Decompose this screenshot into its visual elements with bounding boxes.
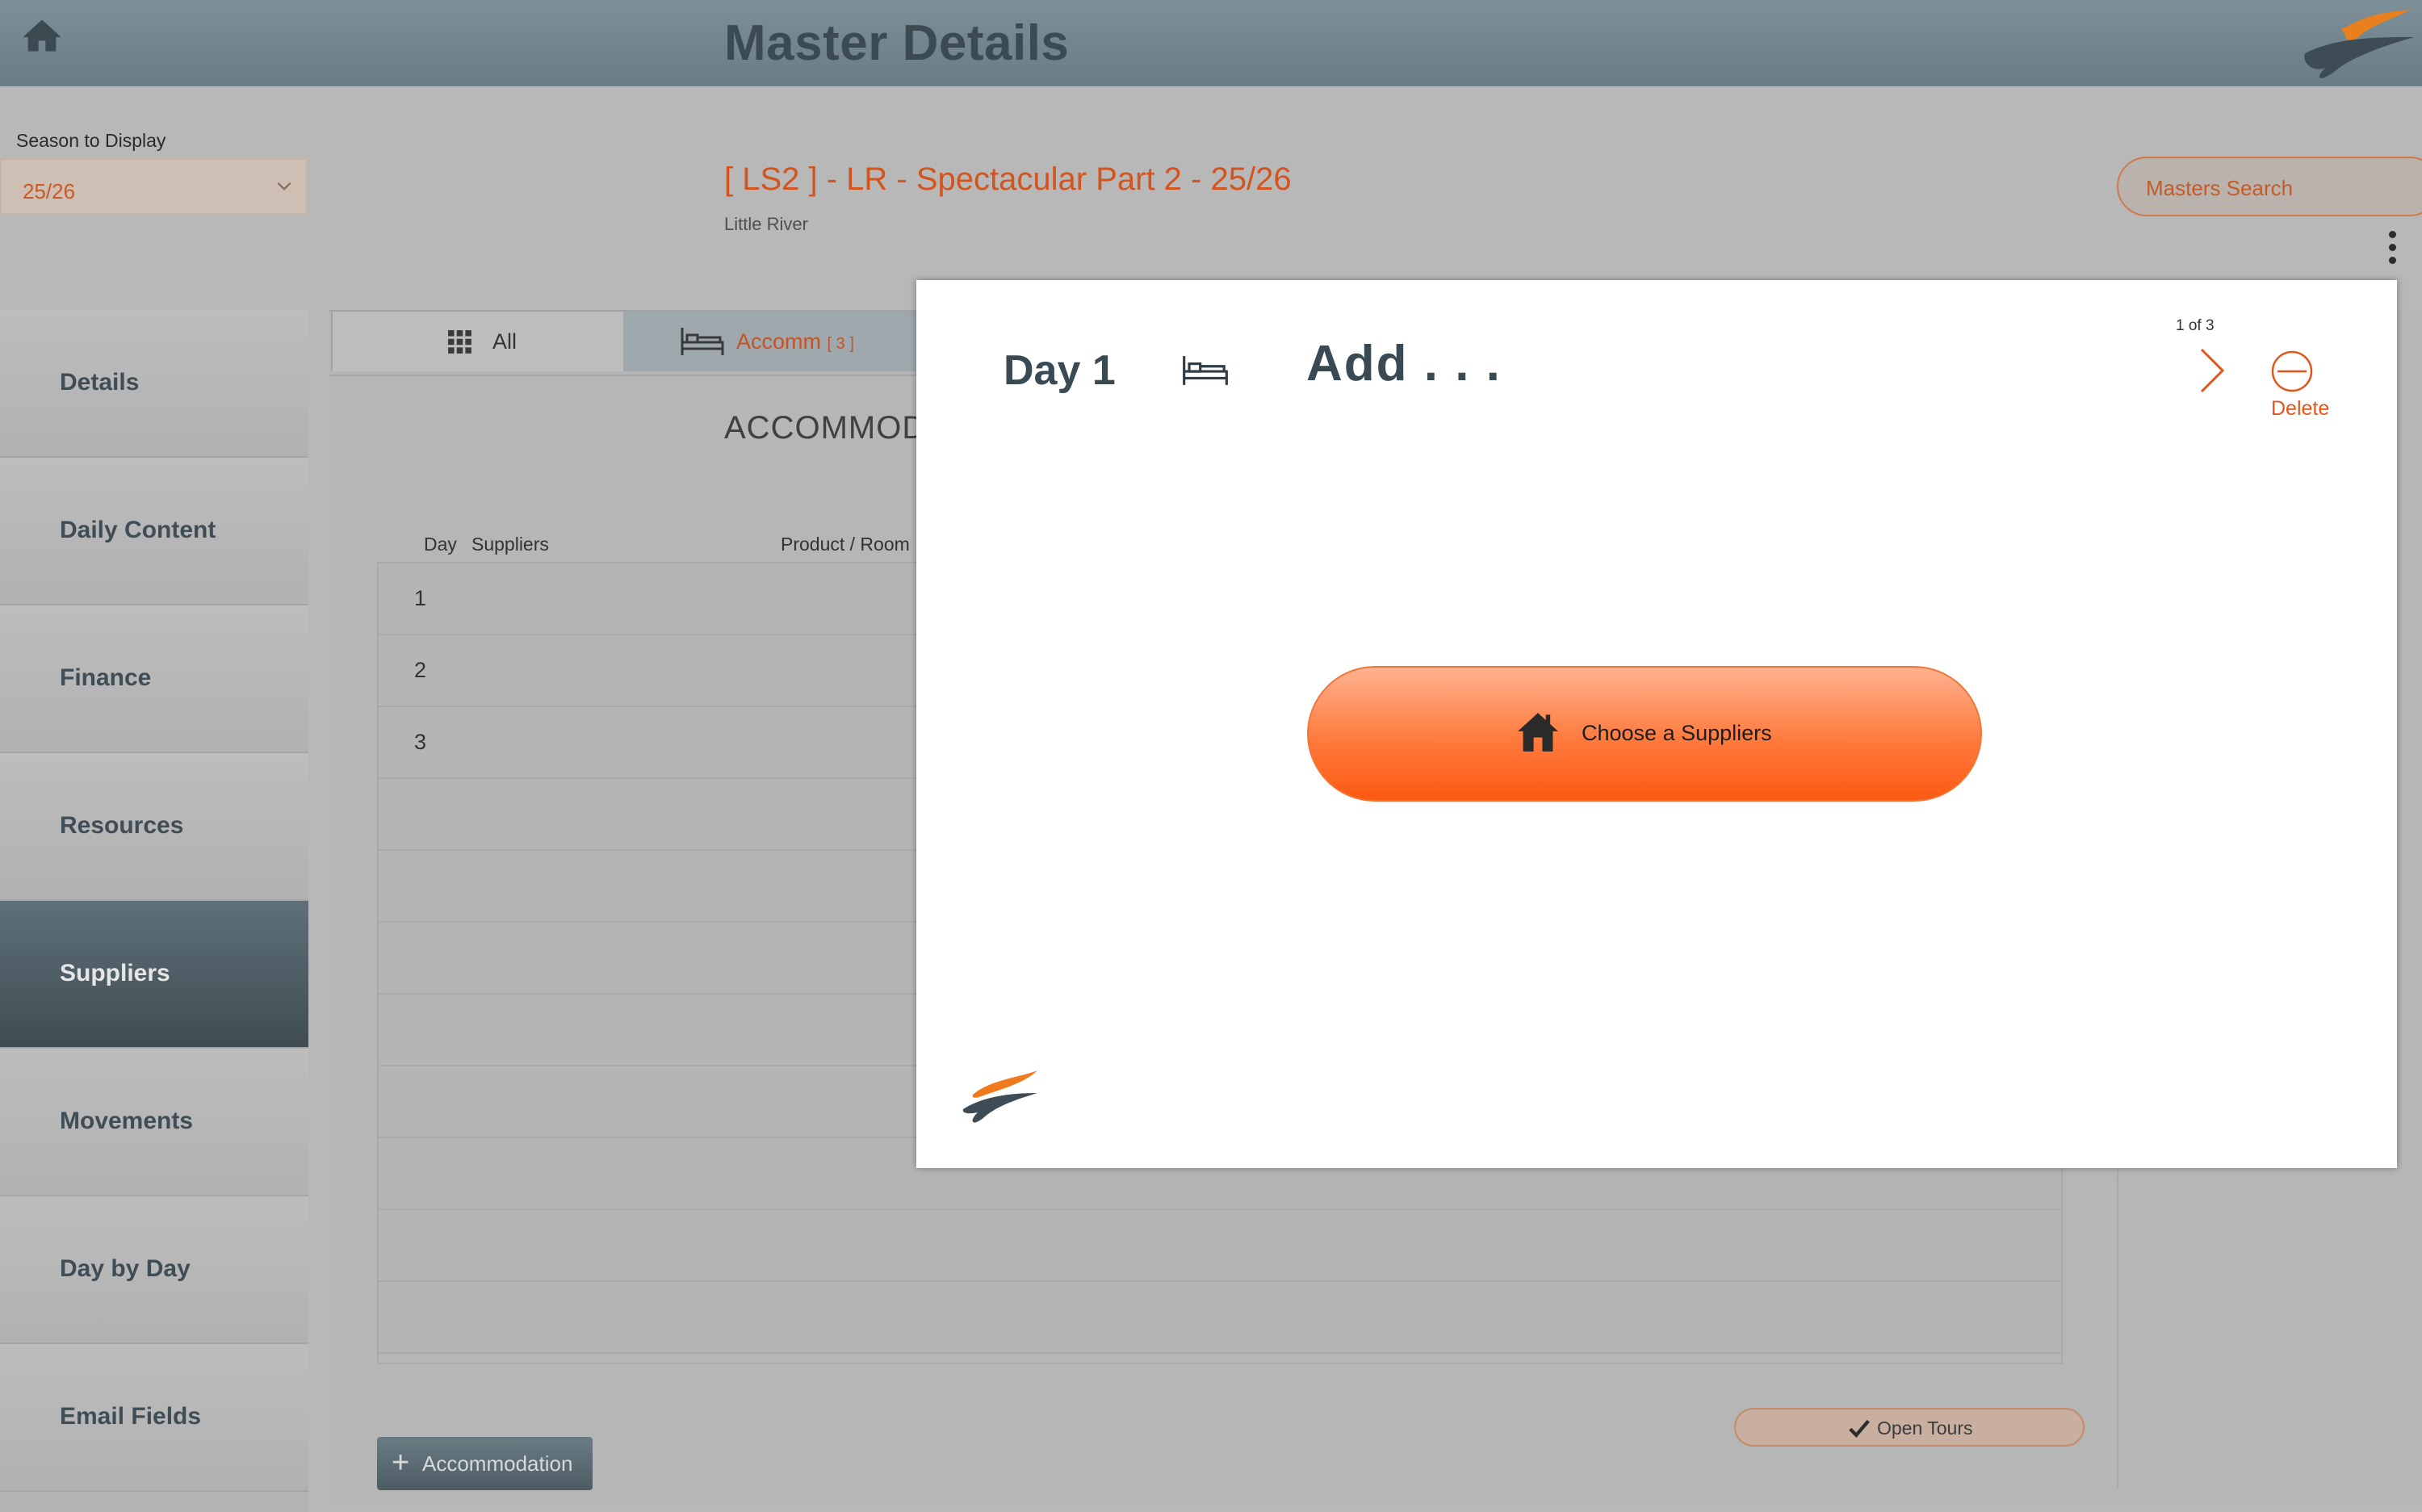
tour-subtitle: Little River xyxy=(724,214,808,234)
masters-search-label: Masters Search xyxy=(2146,176,2294,200)
plus-icon: + xyxy=(392,1446,410,1480)
add-accommodation-button[interactable]: + Accommodation xyxy=(377,1437,593,1490)
sidebar: Details Daily Content Finance Resources … xyxy=(0,310,308,1512)
tab-accomm-label: Accomm xyxy=(736,329,822,354)
sidebar-item-label: Movements xyxy=(60,1108,194,1134)
sidebar-item-finance[interactable]: Finance xyxy=(0,605,308,753)
modal-add-title: Add . . . xyxy=(1306,336,1502,392)
sidebar-item-label: Resources xyxy=(60,812,184,839)
home-icon[interactable] xyxy=(21,18,63,53)
delete-label[interactable]: Delete xyxy=(2271,397,2329,421)
table-row xyxy=(379,1210,2061,1282)
tab-accomm[interactable]: Accomm [ 3 ] xyxy=(623,312,917,371)
season-select[interactable]: 25/26 xyxy=(0,158,308,215)
tab-all-label: All xyxy=(492,329,518,354)
column-header-suppliers: Suppliers xyxy=(471,534,549,555)
choose-supplier-button[interactable]: Choose a Suppliers xyxy=(1307,666,1982,802)
sidebar-item-daily-content[interactable]: Daily Content xyxy=(0,458,308,605)
bed-icon xyxy=(681,328,724,355)
grid-icon xyxy=(448,330,471,354)
open-tours-button[interactable]: Open Tours xyxy=(1734,1408,2085,1447)
sidebar-item-label: Email Fields xyxy=(60,1403,202,1430)
sidebar-item-movements[interactable]: Movements xyxy=(0,1049,308,1196)
minus-circle-icon[interactable] xyxy=(2270,350,2314,393)
brand-logo xyxy=(962,1070,1037,1123)
sidebar-item-suppliers[interactable]: Suppliers xyxy=(0,901,308,1049)
season-label: Season to Display xyxy=(16,130,166,151)
choose-supplier-label: Choose a Suppliers xyxy=(1582,721,1772,745)
tour-title: [ LS2 ] - LR - Spectacular Part 2 - 25/2… xyxy=(724,161,1292,197)
row-day: 3 xyxy=(414,730,427,754)
column-header-day: Day xyxy=(424,534,457,555)
column-header-product: Product / Room xyxy=(781,534,910,555)
sidebar-item-label: Details xyxy=(60,369,140,396)
modal-day-title: Day 1 xyxy=(1004,347,1116,394)
open-tours-label: Open Tours xyxy=(1877,1418,1973,1439)
sidebar-item-details[interactable]: Details xyxy=(0,310,308,458)
check-icon xyxy=(1849,1419,1870,1438)
sidebar-item-label: Finance xyxy=(60,664,152,691)
house-icon xyxy=(1518,713,1558,752)
chevron-right-icon[interactable] xyxy=(2198,346,2226,395)
tab-accomm-count: [ 3 ] xyxy=(827,335,854,353)
table-row xyxy=(379,1282,2061,1354)
sidebar-item-label: Daily Content xyxy=(60,517,216,543)
sidebar-item-label: Suppliers xyxy=(60,960,170,986)
row-day: 2 xyxy=(414,658,427,682)
brand-logo xyxy=(2304,10,2414,79)
modal-pager: 1 of 3 xyxy=(2176,317,2215,334)
sidebar-item-email-fields[interactable]: Email Fields xyxy=(0,1344,308,1492)
chevron-down-icon xyxy=(277,182,291,191)
sidebar-item-day-by-day[interactable]: Day by Day xyxy=(0,1196,308,1344)
more-options-icon[interactable] xyxy=(2385,229,2401,266)
page-title: Master Details xyxy=(724,15,1070,71)
tab-all[interactable]: All xyxy=(331,312,625,371)
tab-accomm-label-wrap: Accomm [ 3 ] xyxy=(736,329,854,354)
row-day: 1 xyxy=(414,586,427,610)
sidebar-item-label: Day by Day xyxy=(60,1255,191,1282)
masters-search-button[interactable]: Masters Search xyxy=(2117,157,2422,216)
header-bar: Master Details xyxy=(0,0,2422,86)
season-value: 25/26 xyxy=(23,179,76,203)
section-heading: ACCOMMOD xyxy=(724,410,927,446)
add-accommodation-label: Accommodation xyxy=(422,1451,573,1476)
add-supplier-modal: Day 1 Add . . . 1 of 3 Delete Choose a S… xyxy=(916,280,2397,1168)
sidebar-item-resources[interactable]: Resources xyxy=(0,753,308,901)
bed-icon xyxy=(1183,356,1228,385)
